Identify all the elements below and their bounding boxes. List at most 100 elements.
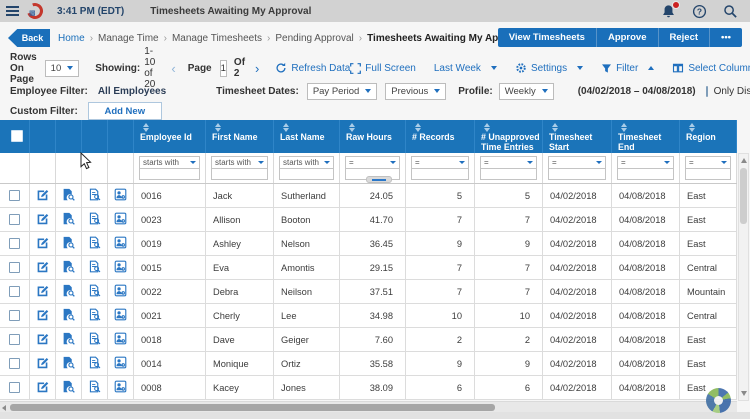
row-checkbox[interactable] <box>9 238 20 249</box>
breadcrumb-item[interactable]: Pending Approval <box>275 33 353 44</box>
row-checkbox[interactable] <box>9 190 20 201</box>
sort-icons[interactable] <box>415 123 421 132</box>
sort-icons[interactable] <box>621 123 627 132</box>
view-timesheet-icon[interactable] <box>62 236 75 251</box>
filter-input[interactable] <box>617 169 674 180</box>
column-header-records[interactable]: # Records <box>406 120 475 153</box>
row-checkbox[interactable] <box>9 382 20 393</box>
employee-info-icon[interactable] <box>114 380 127 395</box>
employee-info-icon[interactable] <box>114 188 127 203</box>
refresh-data-button[interactable]: Refresh Data <box>275 62 350 74</box>
row-checkbox[interactable] <box>9 214 20 225</box>
filter-input[interactable] <box>548 169 606 180</box>
filter-operator-select[interactable]: = <box>617 156 674 169</box>
column-header-end[interactable]: Timesheet End <box>612 120 680 153</box>
vertical-scrollbar[interactable] <box>738 153 749 401</box>
page-number-input[interactable]: 1 <box>219 59 227 77</box>
breadcrumb-item[interactable]: Home <box>58 33 85 44</box>
filter-input[interactable] <box>211 169 268 180</box>
edit-timesheet-icon[interactable] <box>36 308 49 323</box>
filter-operator-select[interactable]: = <box>548 156 606 169</box>
column-header-raw[interactable]: Raw Hours <box>340 120 406 153</box>
view-timesheet-icon[interactable] <box>62 188 75 203</box>
prev-page-icon[interactable]: ‹ <box>171 62 175 75</box>
more-actions-button[interactable]: ••• <box>709 28 742 47</box>
scroll-down-icon[interactable] <box>741 391 747 396</box>
view-timesheet-icon[interactable] <box>62 332 75 347</box>
sort-icons[interactable] <box>283 123 289 132</box>
view-timesheet-icon[interactable] <box>62 284 75 299</box>
breadcrumb-item[interactable]: Manage Time <box>98 33 159 44</box>
only-display-checkbox[interactable] <box>705 85 708 97</box>
filter-input[interactable] <box>279 169 334 180</box>
view-details-icon[interactable] <box>88 332 101 347</box>
sort-icons[interactable] <box>143 123 149 132</box>
view-details-icon[interactable] <box>88 308 101 323</box>
sort-icons[interactable] <box>484 123 490 132</box>
filter-operator-select[interactable]: starts with <box>279 156 334 169</box>
filter-operator-select[interactable]: = <box>345 156 400 169</box>
back-button[interactable]: Back <box>8 29 50 47</box>
view-details-icon[interactable] <box>88 380 101 395</box>
edit-timesheet-icon[interactable] <box>36 284 49 299</box>
row-checkbox[interactable] <box>9 262 20 273</box>
view-timesheet-icon[interactable] <box>62 356 75 371</box>
employee-info-icon[interactable] <box>114 236 127 251</box>
view-details-icon[interactable] <box>88 356 101 371</box>
horizontal-scrollbar[interactable] <box>0 401 737 412</box>
employee-info-icon[interactable] <box>114 284 127 299</box>
filter-input[interactable] <box>411 169 469 180</box>
view-timesheet-icon[interactable] <box>62 212 75 227</box>
filter-toggle-button[interactable]: Filter <box>601 63 655 74</box>
sort-icons[interactable] <box>689 123 695 132</box>
filter-operator-select[interactable]: = <box>480 156 537 169</box>
employee-info-icon[interactable] <box>114 212 127 227</box>
employee-info-icon[interactable] <box>114 308 127 323</box>
notifications-bell-icon[interactable] <box>661 0 680 19</box>
view-timesheet-icon[interactable] <box>62 380 75 395</box>
full-screen-button[interactable]: Full Screen <box>350 63 416 74</box>
row-checkbox[interactable] <box>9 358 20 369</box>
scroll-left-icon[interactable] <box>2 405 6 411</box>
filter-input[interactable] <box>139 169 200 180</box>
edit-timesheet-icon[interactable] <box>36 188 49 203</box>
view-timesheet-icon[interactable] <box>62 308 75 323</box>
next-page-icon[interactable]: › <box>255 62 259 75</box>
column-header-region[interactable]: Region <box>680 120 737 153</box>
select-columns-button[interactable]: Select Columns <box>672 62 750 74</box>
view-timesheet-icon[interactable] <box>62 260 75 275</box>
view-details-icon[interactable] <box>88 236 101 251</box>
filter-input[interactable] <box>480 169 537 180</box>
sort-icons[interactable] <box>215 123 221 132</box>
rows-on-page-select[interactable]: 10 <box>44 59 80 77</box>
row-checkbox[interactable] <box>9 310 20 321</box>
employee-info-icon[interactable] <box>114 332 127 347</box>
vertical-scroll-thumb[interactable] <box>740 168 747 224</box>
row-checkbox[interactable] <box>9 286 20 297</box>
filter-operator-select[interactable]: starts with <box>211 156 268 169</box>
select-all-checkbox[interactable] <box>11 130 23 142</box>
column-header-id[interactable]: Employee Id <box>134 120 206 153</box>
filter-input[interactable] <box>685 169 731 180</box>
view-details-icon[interactable] <box>88 284 101 299</box>
sort-icons[interactable] <box>552 123 558 132</box>
employee-filter-value[interactable]: All Employees <box>98 86 166 97</box>
employee-info-icon[interactable] <box>114 260 127 275</box>
pay-period-select[interactable]: Pay Period <box>306 82 378 100</box>
edit-timesheet-icon[interactable] <box>36 260 49 275</box>
search-icon[interactable] <box>723 4 738 19</box>
column-scroll-handle[interactable] <box>366 176 392 183</box>
settings-button[interactable]: Settings <box>515 62 584 74</box>
view-details-icon[interactable] <box>88 212 101 227</box>
filter-operator-select[interactable]: starts with <box>139 156 200 169</box>
horizontal-scroll-thumb[interactable] <box>10 404 495 411</box>
filter-operator-select[interactable]: = <box>411 156 469 169</box>
profile-select[interactable]: Weekly <box>498 82 554 100</box>
add-new-filter-button[interactable]: Add New <box>87 102 162 120</box>
action-reject[interactable]: Reject <box>657 28 710 47</box>
column-header-last[interactable]: Last Name <box>274 120 340 153</box>
employee-info-icon[interactable] <box>114 356 127 371</box>
breadcrumb-item[interactable]: Manage Timesheets <box>172 33 262 44</box>
menu-icon[interactable] <box>6 6 19 16</box>
scroll-up-icon[interactable] <box>741 158 747 163</box>
